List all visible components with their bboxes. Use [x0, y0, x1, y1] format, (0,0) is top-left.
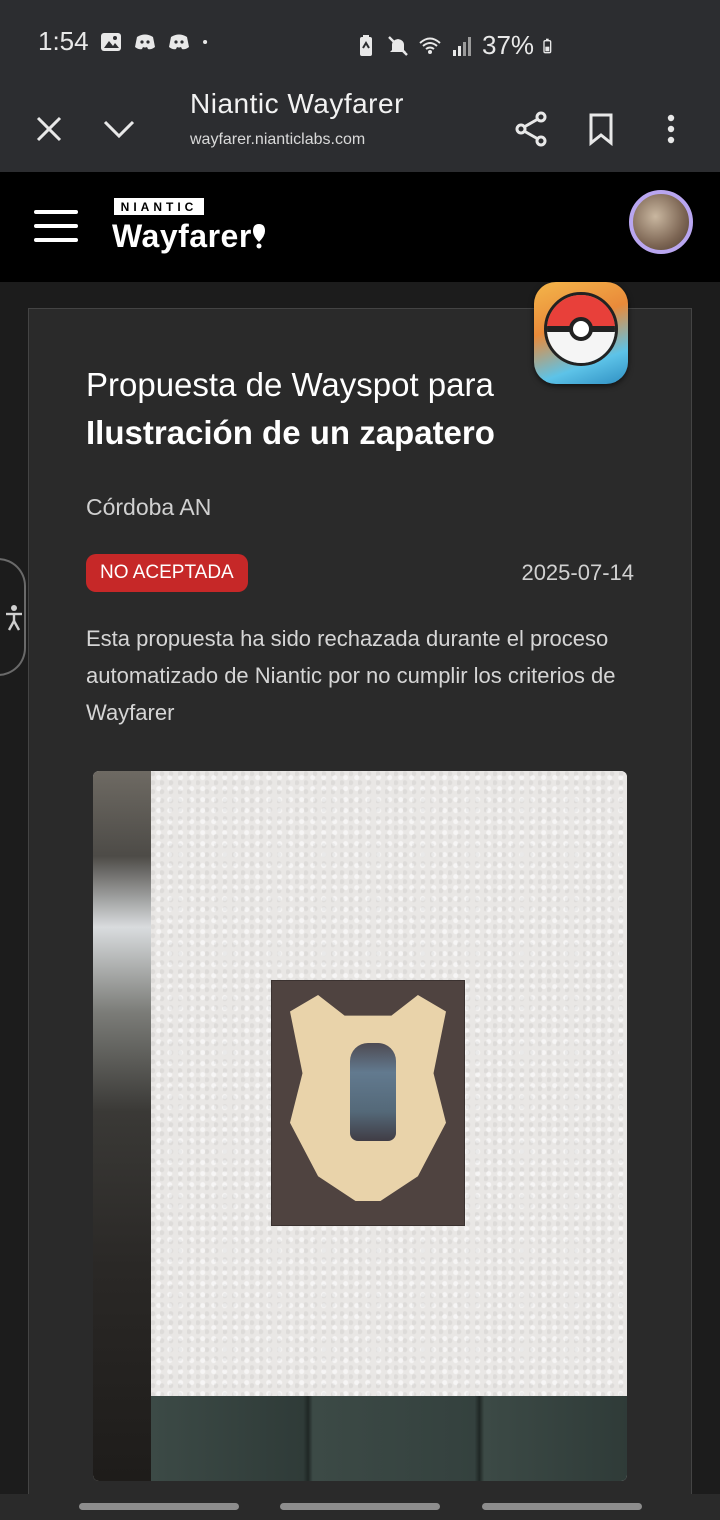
share-button[interactable]	[506, 104, 556, 154]
close-icon	[36, 116, 62, 142]
menu-icon	[34, 210, 78, 214]
wayfarer-logo[interactable]: Wayfarer	[112, 218, 266, 255]
proposal-title-prefix: Propuesta de Wayspot para	[86, 366, 494, 403]
niantic-logo: NIANTIC	[114, 198, 204, 215]
pokemon-go-badge	[534, 282, 628, 384]
browser-page-title: Niantic Wayfarer	[190, 88, 404, 119]
battery-icon	[543, 38, 552, 53]
proposal-photo[interactable]	[93, 771, 627, 1481]
status-bar: 1:54 37%	[0, 0, 720, 86]
bookmark-button[interactable]	[576, 104, 626, 154]
more-vert-icon	[667, 114, 675, 144]
battery-percent: 37%	[482, 30, 535, 60]
wayfarer-logo-text: Wayfarer	[112, 218, 252, 254]
location-pin-icon	[252, 224, 265, 249]
bookmark-icon	[589, 113, 613, 146]
gallery-icon	[100, 32, 121, 51]
menu-button[interactable]	[34, 210, 78, 244]
dot-icon	[202, 39, 207, 44]
proposal-location: Córdoba AN	[86, 494, 212, 520]
battery-saver-icon	[360, 34, 372, 56]
chevron-down-icon	[103, 120, 135, 139]
status-left: 1:54	[38, 26, 215, 57]
wifi-icon	[419, 37, 441, 54]
pokeball-icon	[544, 292, 618, 366]
mute-icon	[388, 35, 408, 56]
close-tab-button[interactable]	[24, 104, 74, 154]
recent-apps-button[interactable]	[79, 1503, 239, 1510]
status-time: 1:54	[38, 26, 89, 56]
signal-icon	[453, 36, 471, 56]
proposal-description: Esta propuesta ha sido rechazada durante…	[86, 626, 616, 725]
accessibility-icon	[6, 605, 22, 631]
share-icon	[515, 111, 547, 147]
app-header	[0, 172, 720, 282]
more-options-button[interactable]	[646, 104, 696, 154]
discord-icon	[134, 34, 155, 49]
minimize-tab-button[interactable]	[94, 104, 144, 154]
browser-url: wayfarer.nianticlabs.com	[190, 131, 366, 148]
proposal-title: Ilustración de un zapatero	[86, 414, 495, 451]
discord-icon	[168, 34, 189, 49]
status-right: 37%	[354, 30, 558, 61]
back-button[interactable]	[482, 1503, 642, 1510]
home-button[interactable]	[280, 1503, 440, 1510]
user-avatar[interactable]	[629, 190, 693, 254]
proposal-date: 2025-07-14	[521, 560, 634, 585]
status-badge: NO ACEPTADA	[86, 554, 248, 592]
cobbler-tile	[272, 981, 464, 1225]
